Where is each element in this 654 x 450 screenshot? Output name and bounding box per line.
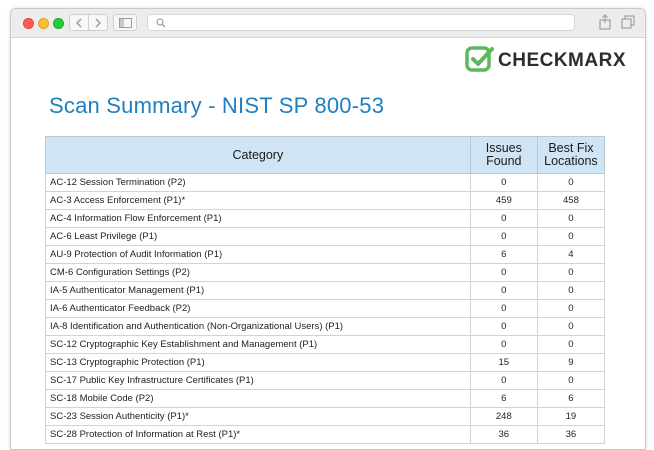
cell-category: AU-9 Protection of Audit Information (P1… [45,245,471,264]
column-header-issues-found: Issues Found [469,136,538,174]
cell-issues-found: 15 [469,353,538,372]
cell-issues-found: 0 [469,227,538,246]
table-row: AU-9 Protection of Audit Information (P1… [45,245,606,264]
table-row: SC-18 Mobile Code (P2) 6 6 [45,389,606,408]
cell-category: AC-3 Access Enforcement (P1)* [45,191,471,210]
tabs-icon [621,15,635,29]
table-row: CM-6 Configuration Settings (P2) 0 0 [45,263,606,282]
cell-category: IA-5 Authenticator Management (P1) [45,281,471,300]
checkmark-logo-icon [465,46,494,72]
sidebar-icon [119,18,132,28]
forward-button[interactable] [88,14,108,31]
cell-best-fix-locations: 458 [536,191,606,210]
cell-category: AC-4 Information Flow Enforcement (P1) [45,209,471,228]
minimize-window-button[interactable] [38,18,49,29]
table-row: IA-8 Identification and Authentication (… [45,317,606,336]
cell-issues-found: 0 [469,263,538,282]
cell-category: IA-6 Authenticator Feedback (P2) [45,299,471,318]
scan-summary-table: Category Issues Found Best Fix Locations… [45,136,606,444]
checkmarx-logo: CHECKMARX [465,44,626,74]
cell-best-fix-locations: 0 [536,371,606,390]
cell-category: AC-6 Least Privilege (P1) [45,227,471,246]
table-row: IA-6 Authenticator Feedback (P2) 0 0 [45,299,606,318]
browser-window: CHECKMARX Scan Summary - NIST SP 800-53 … [10,8,646,450]
column-header-best-fix-label: Best Fix Locations [544,141,598,168]
cell-category: SC-17 Public Key Infrastructure Certific… [45,371,471,390]
search-icon [156,18,166,28]
table-row: AC-4 Information Flow Enforcement (P1) 0 0 [45,209,606,228]
share-icon [599,14,611,30]
cell-category: SC-13 Cryptographic Protection (P1) [45,353,471,372]
logo-text: CHECKMARX [498,50,626,71]
page-content: CHECKMARX Scan Summary - NIST SP 800-53 … [11,38,645,449]
cell-best-fix-locations: 0 [536,209,606,228]
cell-category: AC-12 Session Termination (P2) [45,173,471,192]
cell-issues-found: 459 [469,191,538,210]
cell-issues-found: 0 [469,209,538,228]
cell-issues-found: 0 [469,317,538,336]
table-row: AC-6 Least Privilege (P1) 0 0 [45,227,606,246]
cell-best-fix-locations: 6 [536,389,606,408]
cell-best-fix-locations: 0 [536,317,606,336]
close-window-button[interactable] [23,18,34,29]
table-row: AC-12 Session Termination (P2) 0 0 [45,173,606,192]
back-button[interactable] [69,14,89,31]
cell-best-fix-locations: 0 [536,227,606,246]
cell-best-fix-locations: 0 [536,263,606,282]
column-header-category: Category [45,136,471,174]
table-header-row: Category Issues Found Best Fix Locations [45,136,606,174]
cell-issues-found: 6 [469,389,538,408]
zoom-window-button[interactable] [53,18,64,29]
cell-category: SC-23 Session Authenticity (P1)* [45,407,471,426]
browser-toolbar [11,9,645,38]
tabs-button[interactable] [621,14,641,31]
table-row: SC-12 Cryptographic Key Establishment an… [45,335,606,354]
table-row: SC-17 Public Key Infrastructure Certific… [45,371,606,390]
cell-best-fix-locations: 0 [536,299,606,318]
column-header-issues-label: Issues Found [485,141,522,168]
column-header-best-fix-locations: Best Fix Locations [536,136,606,174]
cell-issues-found: 248 [469,407,538,426]
table-row: AC-3 Access Enforcement (P1)* 459 458 [45,191,606,210]
cell-issues-found: 0 [469,371,538,390]
cell-best-fix-locations: 0 [536,335,606,354]
table-row: IA-5 Authenticator Management (P1) 0 0 [45,281,606,300]
cell-issues-found: 0 [469,173,538,192]
cell-best-fix-locations: 9 [536,353,606,372]
table-row: SC-13 Cryptographic Protection (P1) 15 9 [45,353,606,372]
table-body: AC-12 Session Termination (P2) 0 0 AC-3 Acc… [45,173,606,444]
table-row: SC-28 Protection of Information at Rest … [45,425,606,444]
chevron-left-icon [76,18,82,28]
cell-issues-found: 0 [469,299,538,318]
cell-best-fix-locations: 4 [536,245,606,264]
cell-issues-found: 6 [469,245,538,264]
cell-category: SC-12 Cryptographic Key Establishment an… [45,335,471,354]
cell-best-fix-locations: 36 [536,425,606,444]
share-button[interactable] [598,14,618,31]
cell-best-fix-locations: 19 [536,407,606,426]
sidebar-toggle-button[interactable] [113,14,137,31]
cell-best-fix-locations: 0 [536,173,606,192]
cell-category: SC-18 Mobile Code (P2) [45,389,471,408]
cell-category: CM-6 Configuration Settings (P2) [45,263,471,282]
cell-best-fix-locations: 0 [536,281,606,300]
cell-issues-found: 0 [469,335,538,354]
page-title: Scan Summary - NIST SP 800-53 [49,93,385,118]
cell-issues-found: 36 [469,425,538,444]
chevron-right-icon [95,18,101,28]
cell-category: SC-28 Protection of Information at Rest … [45,425,471,444]
table-row: SC-23 Session Authenticity (P1)* 248 19 [45,407,606,426]
address-bar[interactable] [147,14,575,31]
cell-issues-found: 0 [469,281,538,300]
cell-category: IA-8 Identification and Authentication (… [45,317,471,336]
